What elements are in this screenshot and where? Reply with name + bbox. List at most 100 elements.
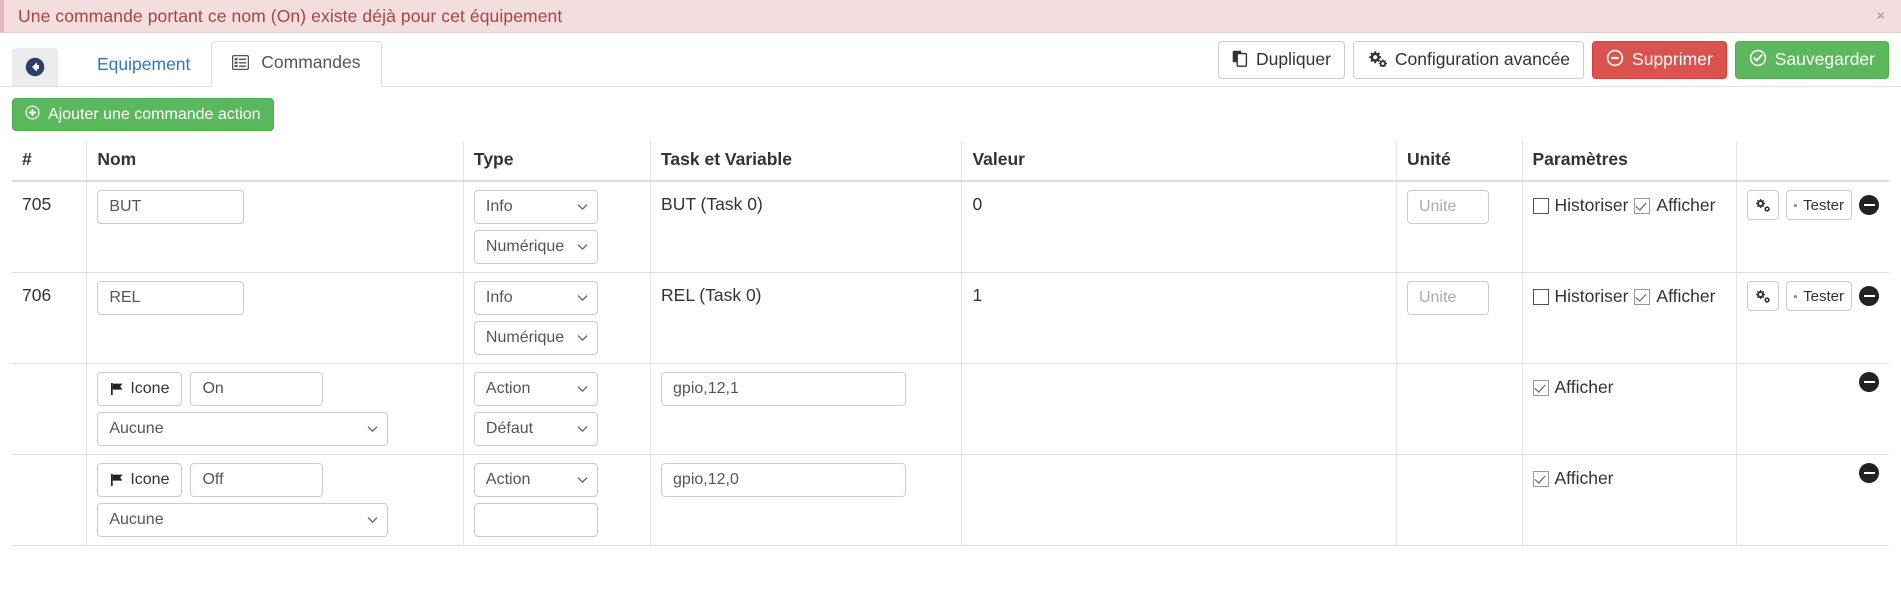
arrow-circle-left-icon	[25, 57, 45, 77]
gears-icon	[1756, 198, 1771, 212]
cell-valeur	[961, 363, 1397, 455]
type-secondary-value: Numérique	[485, 238, 565, 255]
historiser-checkbox[interactable]: Historiser	[1532, 195, 1628, 216]
icone-button-label: Icone	[130, 471, 170, 488]
sauvegarder-label: Sauvegarder	[1774, 49, 1875, 70]
afficher-checkbox-box[interactable]	[1634, 197, 1651, 214]
close-icon[interactable]: ×	[1876, 9, 1885, 24]
supprimer-label: Supprimer	[1632, 49, 1713, 70]
command-name-input[interactable]	[97, 281, 245, 315]
icone-button[interactable]: Icone	[97, 463, 183, 497]
remove-command-button[interactable]	[1859, 286, 1879, 306]
type-primary-select[interactable]: Info	[473, 281, 598, 315]
icone-button-label: Icone	[130, 380, 170, 397]
remove-command-button[interactable]	[1859, 463, 1879, 483]
copy-icon	[1232, 50, 1248, 71]
unit-input[interactable]	[1406, 281, 1489, 315]
configure-command-button[interactable]	[1747, 190, 1780, 220]
type-secondary-select[interactable]: Numérique	[473, 321, 598, 355]
type-secondary-value: Numérique	[485, 329, 565, 346]
historiser-checkbox-box[interactable]	[1532, 288, 1549, 305]
type-secondary-select[interactable]: Défaut	[473, 412, 598, 446]
afficher-checkbox-label: Afficher	[1656, 286, 1716, 306]
cell-id	[12, 363, 88, 455]
tester-button[interactable]: Tester	[1786, 190, 1852, 220]
icon-select[interactable]: Aucune	[97, 503, 389, 537]
type-secondary-select[interactable]	[473, 503, 598, 537]
icone-button[interactable]: Icone	[97, 372, 183, 406]
afficher-checkbox[interactable]: Afficher	[1532, 468, 1614, 489]
gears-icon	[1367, 50, 1387, 71]
historiser-checkbox-box[interactable]	[1532, 197, 1549, 214]
supprimer-button[interactable]: Supprimer	[1592, 41, 1727, 79]
configure-command-button[interactable]	[1747, 281, 1780, 311]
type-primary-select[interactable]: Info	[473, 190, 598, 224]
configuration-avancee-button[interactable]: Configuration avancée	[1352, 41, 1585, 79]
type-primary-select[interactable]: Action	[473, 463, 598, 497]
header-actions	[1736, 141, 1889, 182]
row-id: 706	[22, 285, 52, 305]
cell-parametres: Afficher	[1522, 454, 1738, 546]
afficher-checkbox-box[interactable]	[1634, 288, 1651, 305]
flag-icon	[111, 474, 123, 486]
cell-id	[12, 454, 88, 546]
cell-nom	[86, 181, 464, 273]
type-primary-value: Info	[485, 198, 513, 215]
sauvegarder-button[interactable]: Sauvegarder	[1734, 41, 1889, 79]
command-name-input[interactable]	[97, 190, 245, 224]
commands-table-wrapper: # Nom Type Task et Variable Valeur Unité…	[0, 141, 1901, 546]
historiser-checkbox[interactable]: Historiser	[1532, 286, 1628, 307]
cell-unite	[1396, 181, 1523, 273]
tab-commandes[interactable]: Commandes	[211, 41, 382, 87]
afficher-checkbox-box[interactable]	[1532, 379, 1549, 396]
afficher-checkbox-label: Afficher	[1554, 377, 1614, 397]
cell-valeur: 0	[961, 181, 1397, 273]
afficher-checkbox-label: Afficher	[1656, 195, 1716, 215]
cell-task: REL (Task 0)	[650, 272, 963, 364]
afficher-checkbox[interactable]: Afficher	[1532, 377, 1614, 398]
remove-command-button[interactable]	[1859, 195, 1879, 215]
task-variable-input[interactable]	[661, 463, 907, 497]
type-primary-select[interactable]: Action	[473, 372, 598, 406]
tester-button[interactable]: Tester	[1786, 281, 1852, 311]
table-row: Icone Aucune Action Défaut Afficher	[12, 363, 1889, 455]
dupliquer-button[interactable]: Dupliquer	[1218, 41, 1345, 79]
ajouter-commande-action-label: Ajouter une commande action	[48, 105, 261, 123]
header-type: Type	[463, 141, 652, 182]
type-secondary-select[interactable]: Numérique	[473, 230, 598, 264]
chevron-down-icon	[577, 426, 588, 432]
back-button[interactable]	[12, 48, 58, 86]
toolbar: Equipement Commandes Dupliquer Configura…	[0, 33, 1901, 87]
command-name-input[interactable]	[190, 372, 324, 406]
ajouter-commande-action-button[interactable]: Ajouter une commande action	[12, 98, 274, 131]
tab-equipement[interactable]: Equipement	[76, 43, 211, 87]
task-variable-input[interactable]	[661, 372, 907, 406]
cell-actions: Tester	[1736, 272, 1889, 364]
value-text	[972, 463, 1386, 467]
alert-message: Une commande portant ce nom (On) existe …	[18, 5, 563, 26]
tab-equipement-label: Equipement	[97, 54, 191, 75]
afficher-checkbox-box[interactable]	[1532, 470, 1549, 487]
alert-banner: Une commande portant ce nom (On) existe …	[0, 0, 1901, 33]
type-primary-value: Action	[485, 471, 531, 488]
task-variable-text: BUT (Task 0)	[661, 194, 763, 214]
afficher-checkbox[interactable]: Afficher	[1634, 195, 1715, 216]
remove-command-button[interactable]	[1859, 372, 1879, 392]
tester-label: Tester	[1803, 196, 1844, 214]
afficher-checkbox[interactable]: Afficher	[1634, 286, 1715, 307]
table-header-row: # Nom Type Task et Variable Valeur Unité…	[12, 141, 1889, 182]
unit-input[interactable]	[1406, 190, 1489, 224]
header-task-variable: Task et Variable	[650, 141, 963, 182]
chevron-down-icon	[577, 244, 588, 250]
header-unite: Unité	[1396, 141, 1523, 182]
icon-select[interactable]: Aucune	[97, 412, 389, 446]
command-name-input[interactable]	[190, 463, 324, 497]
configuration-avancee-label: Configuration avancée	[1394, 49, 1571, 70]
cell-valeur	[961, 454, 1397, 546]
plus-circle-icon	[25, 105, 40, 124]
commands-table-body: 705 Info Numérique BUT (Task 0) 0 Historiser A…	[12, 181, 1889, 546]
cell-actions: Tester	[1736, 181, 1889, 273]
row-id: 705	[22, 194, 52, 214]
chevron-down-icon	[577, 295, 588, 301]
chevron-down-icon	[577, 335, 588, 341]
